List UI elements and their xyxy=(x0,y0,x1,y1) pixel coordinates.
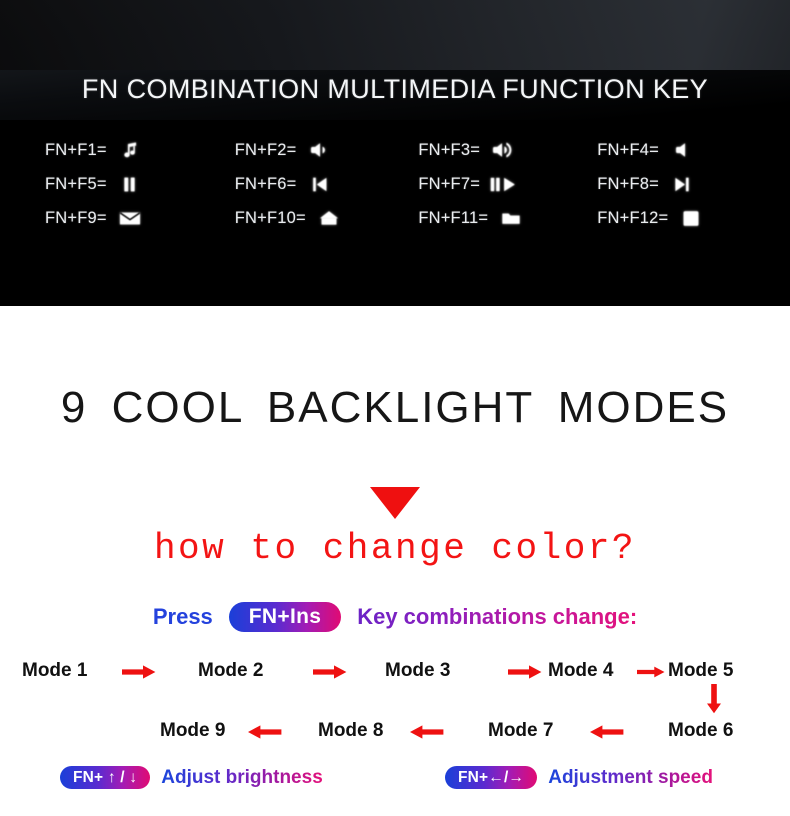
fn-key-combo-label: FN+F5= xyxy=(45,174,107,193)
down-triangle-wrap xyxy=(0,487,790,519)
fn-key-combo-label: FN+F11= xyxy=(418,208,489,227)
fn-key-item: FN+F7= xyxy=(418,173,597,195)
mode-label-5: Mode 5 xyxy=(668,660,734,681)
adjust-brightness-label: Adjust brightness xyxy=(161,766,323,788)
fn-key-row: FN+F1= FN+F2= FN+F3= FN+F4= xyxy=(0,133,790,167)
speed-key-pill[interactable]: FN+←/→ xyxy=(445,766,538,789)
fn-key-combo-label: FN+F8= xyxy=(597,174,660,193)
fn-key-item: FN+F11= xyxy=(418,207,597,229)
play-pause-icon xyxy=(490,173,516,195)
fn-combination-panel: FN COMBINATION MULTIMEDIA FUNCTION KEY F… xyxy=(0,0,790,306)
panel-title: FN COMBINATION MULTIMEDIA FUNCTION KEY xyxy=(81,74,709,104)
mode-flow-bottom-row: Mode 9 Mode 8 Mode 7 Mode 6 xyxy=(0,712,790,752)
arrow-left-icon xyxy=(410,725,444,739)
fn-key-item: FN+F2= xyxy=(215,139,419,161)
arrow-left-icon xyxy=(590,725,624,739)
mode-label-6: Mode 6 xyxy=(668,720,734,741)
mode-label-4: Mode 4 xyxy=(548,660,614,681)
fn-key-combo-label: FN+F9= xyxy=(45,208,107,227)
fn-key-combo-label: FN+F2= xyxy=(234,140,297,159)
fn-key-item: FN+F12= xyxy=(597,207,790,229)
down-triangle-icon xyxy=(370,487,420,519)
fn-key-combo-label: FN+F1= xyxy=(45,140,107,159)
fn-ins-key-pill[interactable]: FN+Ins xyxy=(228,602,342,632)
email-icon xyxy=(117,207,143,229)
mode-label-2: Mode 2 xyxy=(198,660,264,681)
fn-key-item: FN+F4= xyxy=(597,139,790,161)
fn-key-combo-label: FN+F3= xyxy=(418,140,481,159)
fn-key-item: FN+F9= xyxy=(0,207,215,229)
calculator-icon xyxy=(678,207,704,229)
mode-label-1: Mode 1 xyxy=(22,660,88,681)
mode-label-7: Mode 7 xyxy=(488,720,554,741)
key-combinations-change-label: Key combinations change: xyxy=(357,604,638,629)
previous-track-icon xyxy=(307,173,333,195)
fn-key-row: FN+F5= FN+F6= FN+F7= FN+F8= xyxy=(0,167,790,201)
volume-down-icon xyxy=(307,139,333,161)
fn-key-combo-label: FN+F10= xyxy=(234,208,306,227)
speed-shortcut-item: FN+←/→ Adjustment speed xyxy=(445,766,713,789)
bottom-shortcut-row: FN+ ↑ / ↓ Adjust brightness FN+←/→ Adjus… xyxy=(0,766,790,796)
brightness-key-pill[interactable]: FN+ ↑ / ↓ xyxy=(60,766,151,789)
fn-key-row: FN+F9= FN+F10= FN+F11= FN+F12= xyxy=(0,201,790,235)
panel-glow-overlay-secondary xyxy=(0,0,790,70)
press-label: Press xyxy=(152,604,213,629)
next-track-icon xyxy=(669,173,695,195)
brightness-shortcut-item: FN+ ↑ / ↓ Adjust brightness xyxy=(60,766,323,789)
music-note-icon xyxy=(117,139,143,161)
mode-label-3: Mode 3 xyxy=(385,660,451,681)
fn-key-item: FN+F3= xyxy=(418,139,597,161)
mute-icon xyxy=(669,139,695,161)
fn-key-grid: FN+F1= FN+F2= FN+F3= FN+F4= FN+F5= FN+F6… xyxy=(0,133,790,235)
press-instruction-row: Press FN+Ins Key combinations change: xyxy=(0,602,790,632)
volume-up-icon xyxy=(490,139,516,161)
folder-icon xyxy=(498,207,524,229)
home-icon xyxy=(316,207,342,229)
pause-icon xyxy=(117,173,143,195)
adjustment-speed-label: Adjustment speed xyxy=(548,766,713,788)
page-headline: 9 COOL BACKLIGHT MODES xyxy=(60,383,730,432)
fn-key-item: FN+F10= xyxy=(215,207,419,229)
mode-label-8: Mode 8 xyxy=(318,720,384,741)
page-subheadline: how to change color? xyxy=(153,528,637,569)
fn-key-combo-label: FN+F6= xyxy=(234,174,297,193)
mode-flow-top-row: Mode 1 Mode 2 Mode 3 Mode 4 Mode 5 xyxy=(0,652,790,714)
fn-key-item: FN+F1= xyxy=(0,139,215,161)
arrow-right-icon xyxy=(122,665,156,679)
arrow-left-icon xyxy=(248,725,282,739)
fn-key-item: FN+F5= xyxy=(0,173,215,195)
fn-key-combo-label: FN+F4= xyxy=(597,140,660,159)
arrow-right-icon xyxy=(637,665,671,679)
fn-key-combo-label: FN+F12= xyxy=(597,208,669,227)
arrow-right-icon xyxy=(313,665,347,679)
arrow-right-icon xyxy=(508,665,542,679)
fn-key-item: FN+F6= xyxy=(215,173,419,195)
fn-key-item: FN+F8= xyxy=(597,173,790,195)
fn-key-combo-label: FN+F7= xyxy=(418,174,481,193)
mode-label-9: Mode 9 xyxy=(160,720,226,741)
